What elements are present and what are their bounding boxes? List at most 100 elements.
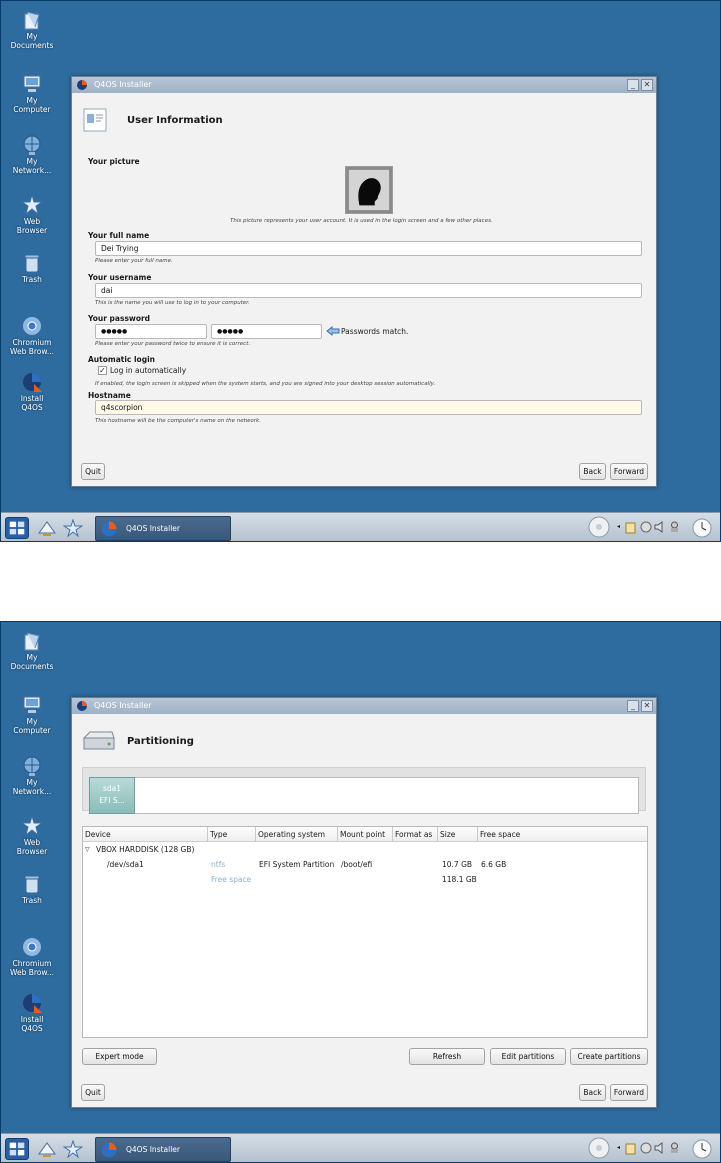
show-desktop-icon[interactable] bbox=[37, 519, 57, 537]
partition-segment-sda1[interactable]: sda1 EFI S... bbox=[89, 777, 135, 814]
user-switch-icon[interactable] bbox=[669, 1142, 680, 1154]
fullname-hint: Please enter your full name. bbox=[95, 258, 173, 264]
desktop-icon-web-browser[interactable]: Web Browser bbox=[4, 194, 60, 235]
desktop-icon-my-network[interactable]: My Network... bbox=[4, 755, 60, 796]
desktop-icon-install-q4os[interactable]: Install Q4OS bbox=[4, 371, 60, 412]
analog-clock-icon[interactable] bbox=[691, 517, 713, 539]
username-input[interactable]: dai bbox=[95, 283, 642, 298]
q4os-logo-icon bbox=[77, 80, 87, 90]
desktop-icon-my-documents[interactable]: My Documents bbox=[4, 9, 60, 50]
taskbar-task-label: Q4OS Installer bbox=[126, 1145, 180, 1154]
system-tray: ◂ bbox=[587, 1136, 720, 1162]
avatar-silhouette-icon bbox=[346, 167, 392, 213]
back-button[interactable]: Back bbox=[579, 463, 606, 480]
desktop-icon-trash[interactable]: Trash bbox=[4, 873, 60, 905]
column-size[interactable]: Size bbox=[438, 827, 478, 842]
partition-segment-free[interactable] bbox=[135, 777, 639, 814]
user-avatar-button[interactable] bbox=[345, 166, 393, 214]
taskbar-task-installer[interactable]: Q4OS Installer bbox=[95, 516, 231, 541]
create-partitions-button[interactable]: Create partitions bbox=[570, 1048, 648, 1065]
volume-icon[interactable] bbox=[654, 1142, 666, 1154]
taskbar-task-installer[interactable]: Q4OS Installer bbox=[95, 1137, 231, 1162]
row-type: ntfs bbox=[211, 860, 226, 869]
tray-expand-icon[interactable]: ◂ bbox=[617, 1144, 620, 1151]
tree-row-disk[interactable]: ▽ VBOX HARDDISK (128 GB) bbox=[83, 843, 647, 857]
expand-arrow-icon[interactable]: ▽ bbox=[85, 843, 90, 857]
row-type: Free space bbox=[211, 875, 252, 884]
password-match-icon bbox=[326, 325, 340, 337]
expert-mode-button[interactable]: Expert mode bbox=[82, 1048, 157, 1065]
back-button[interactable]: Back bbox=[579, 1084, 606, 1101]
clipboard-icon[interactable] bbox=[625, 1142, 636, 1155]
desktop-icon-install-q4os[interactable]: Install Q4OS bbox=[4, 992, 60, 1033]
column-free[interactable]: Free space bbox=[478, 827, 649, 842]
window-titlebar[interactable]: Q4OS Installer _ ✕ bbox=[72, 698, 656, 714]
clipboard-icon[interactable] bbox=[625, 521, 636, 534]
cd-drive-icon[interactable] bbox=[587, 515, 611, 539]
row-size: 10.7 GB bbox=[442, 860, 473, 869]
desktop-icon-web-browser[interactable]: Web Browser bbox=[4, 815, 60, 856]
q4os-logo-icon bbox=[101, 521, 117, 537]
column-device[interactable]: Device bbox=[83, 827, 208, 842]
minimize-button[interactable]: _ bbox=[627, 700, 639, 712]
hostname-hint: This hostname will be the computer's nam… bbox=[95, 418, 261, 424]
volume-icon[interactable] bbox=[654, 521, 666, 533]
desktop-icon-my-computer[interactable]: My Computer bbox=[4, 73, 60, 114]
web-browser-icon[interactable] bbox=[63, 1140, 83, 1158]
show-desktop-icon[interactable] bbox=[37, 1140, 57, 1158]
network-globe-icon bbox=[23, 135, 41, 155]
edit-partitions-button[interactable]: Edit partitions bbox=[490, 1048, 566, 1065]
network-connection-icon[interactable] bbox=[640, 1142, 652, 1154]
autologin-checkbox-label[interactable]: Log in automatically bbox=[110, 366, 186, 375]
start-menu-icon bbox=[9, 521, 25, 535]
password-input[interactable]: ●●●●● bbox=[95, 324, 207, 339]
window-titlebar[interactable]: Q4OS Installer _ ✕ bbox=[72, 77, 656, 93]
row-size: 118.1 GB bbox=[442, 875, 477, 884]
desktop-icon-my-documents[interactable]: My Documents bbox=[4, 630, 60, 671]
q4os-logo-icon bbox=[101, 1142, 117, 1158]
password-label: Your password bbox=[88, 314, 151, 323]
hostname-input[interactable]: q4scorpion bbox=[95, 400, 642, 415]
column-os[interactable]: Operating system bbox=[256, 827, 338, 842]
table-row[interactable]: /dev/sda1 ntfs EFI System Partition /boo… bbox=[83, 858, 647, 872]
password-confirm-input[interactable]: ●●●●● bbox=[211, 324, 322, 339]
close-button[interactable]: ✕ bbox=[641, 79, 653, 91]
chromium-icon bbox=[23, 317, 41, 335]
desktop-icon-trash[interactable]: Trash bbox=[4, 252, 60, 284]
web-browser-icon bbox=[21, 194, 43, 216]
column-mount[interactable]: Mount point bbox=[338, 827, 393, 842]
column-format[interactable]: Format as bbox=[393, 827, 438, 842]
documents-icon bbox=[24, 632, 40, 651]
desktop-icon-my-computer[interactable]: My Computer bbox=[4, 694, 60, 735]
refresh-button[interactable]: Refresh bbox=[409, 1048, 485, 1065]
desktop-screen-partitioning: My Documents My Computer My Network... W… bbox=[0, 621, 721, 1163]
web-browser-icon[interactable] bbox=[63, 519, 83, 537]
network-connection-icon[interactable] bbox=[640, 521, 652, 533]
autologin-label: Automatic login bbox=[88, 355, 155, 364]
network-globe-icon bbox=[23, 756, 41, 776]
quit-button[interactable]: Quit bbox=[81, 463, 105, 480]
close-button[interactable]: ✕ bbox=[641, 700, 653, 712]
start-menu-button[interactable] bbox=[5, 517, 29, 539]
cd-drive-icon[interactable] bbox=[587, 1136, 611, 1160]
analog-clock-icon[interactable] bbox=[691, 1138, 713, 1160]
column-type[interactable]: Type bbox=[208, 827, 256, 842]
trash-icon bbox=[24, 254, 40, 273]
q4os-logo-icon bbox=[23, 994, 42, 1013]
start-menu-button[interactable] bbox=[5, 1138, 29, 1160]
forward-button[interactable]: Forward bbox=[610, 1084, 648, 1101]
desktop-icon-chromium[interactable]: Chromium Web Brow... bbox=[4, 936, 60, 977]
tray-expand-icon[interactable]: ◂ bbox=[617, 523, 620, 530]
fullname-input[interactable]: Dei Trying bbox=[95, 241, 642, 256]
desktop-icon-chromium[interactable]: Chromium Web Brow... bbox=[4, 315, 60, 356]
start-menu-icon bbox=[9, 1142, 25, 1156]
table-row[interactable]: Free space 118.1 GB bbox=[83, 873, 647, 887]
quit-button[interactable]: Quit bbox=[81, 1084, 105, 1101]
documents-icon bbox=[24, 11, 40, 30]
minimize-button[interactable]: _ bbox=[627, 79, 639, 91]
user-switch-icon[interactable] bbox=[669, 521, 680, 533]
autologin-checkbox[interactable]: ✓ bbox=[98, 366, 107, 375]
forward-button[interactable]: Forward bbox=[610, 463, 648, 480]
installer-window: Q4OS Installer _ ✕ User Information Your… bbox=[71, 76, 657, 487]
desktop-icon-my-network[interactable]: My Network... bbox=[4, 134, 60, 175]
